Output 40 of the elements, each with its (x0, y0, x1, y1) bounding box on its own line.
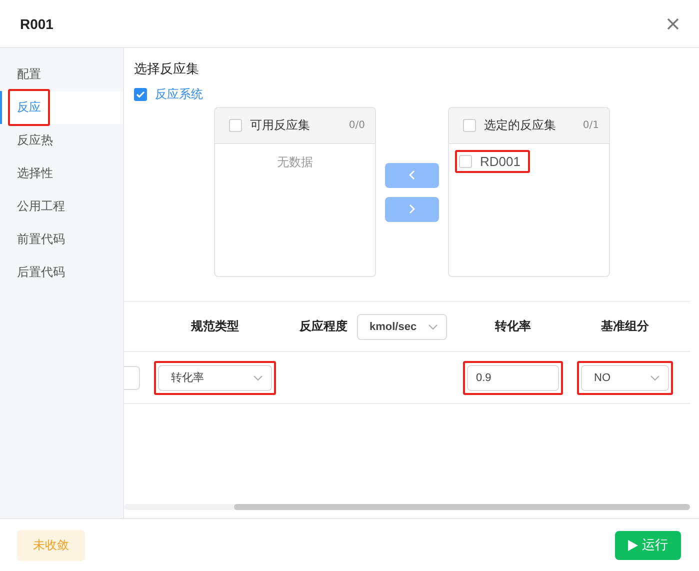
chevron-down-icon (253, 374, 263, 380)
checkbox[interactable] (459, 155, 472, 168)
chevron-left-icon (409, 170, 415, 180)
checkbox[interactable] (463, 119, 476, 132)
move-right-button[interactable] (385, 196, 439, 222)
checkbox[interactable] (229, 119, 242, 132)
play-icon (628, 540, 638, 550)
column-header: 基准组分 (600, 318, 650, 335)
unit-select[interactable]: kmol/sec (356, 314, 446, 340)
item-count: 0/1 (582, 120, 599, 131)
sidebar-item[interactable]: 后置代码 (0, 256, 123, 289)
item-count: 0/0 (348, 120, 365, 131)
sidebar-item[interactable]: 选择性 (0, 157, 123, 190)
column-header: 反应程度 (300, 318, 348, 335)
section-title: 选择反应集 (134, 61, 200, 78)
component-select[interactable]: NO (581, 364, 669, 390)
spec-type-select[interactable]: 转化率 (158, 364, 272, 390)
list-item[interactable]: RD001 (480, 154, 520, 169)
input-field[interactable] (124, 366, 140, 390)
chevron-down-icon (650, 374, 660, 380)
column-header: 转化率 (494, 318, 532, 335)
sidebar-item[interactable]: 公用工程 (0, 190, 123, 223)
panel-title: 选定的反应集 (484, 117, 557, 134)
window-title: R001 (20, 16, 54, 32)
close-icon[interactable] (667, 18, 679, 30)
checkbox-label: 反应系统 (155, 86, 203, 103)
sidebar-item[interactable]: 配置 (0, 58, 123, 91)
chevron-right-icon (409, 204, 415, 214)
sidebar-item[interactable]: 前置代码 (0, 223, 123, 256)
empty-text: 无数据 (277, 154, 313, 171)
chevron-down-icon (428, 324, 438, 330)
column-header: 规范类型 (190, 318, 240, 335)
sidebar-item[interactable]: 反应热 (0, 124, 123, 157)
annotation-frame: 反应 (8, 89, 50, 126)
status-badge: 未收敛 (17, 530, 85, 560)
panel-title: 可用反应集 (250, 117, 311, 134)
scrollbar-thumb[interactable] (234, 504, 690, 510)
move-left-button[interactable] (385, 162, 439, 188)
input-field[interactable]: 0.9 (467, 364, 559, 390)
checkbox[interactable] (134, 88, 147, 101)
